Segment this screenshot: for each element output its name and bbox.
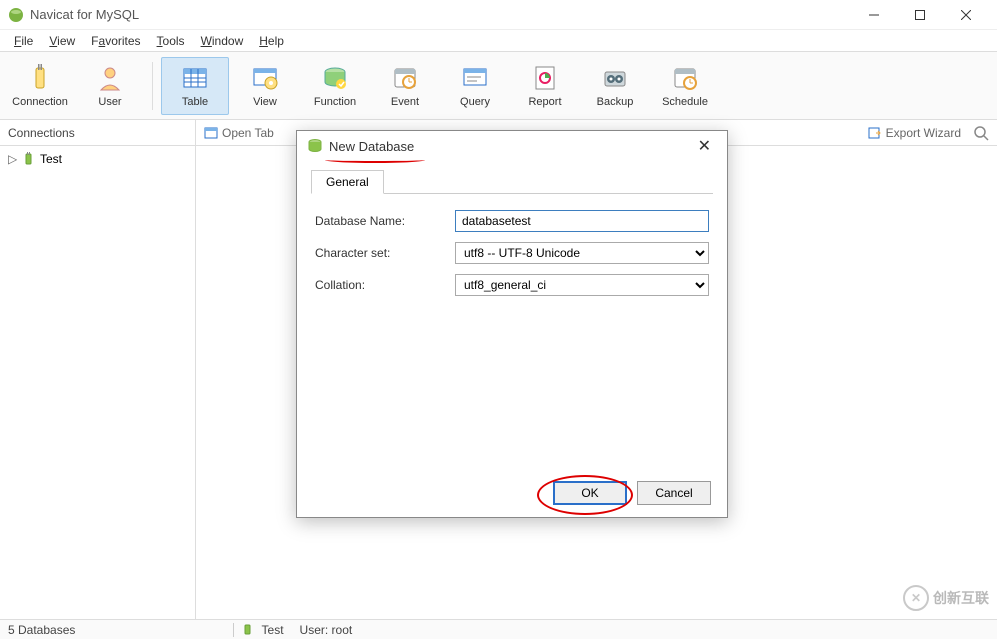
app-title: Navicat for MySQL bbox=[30, 7, 139, 22]
toolbar-event-label: Event bbox=[391, 96, 419, 108]
toolbar-connection-label: Connection bbox=[12, 96, 68, 108]
tree-expand-icon[interactable]: ▷ bbox=[8, 152, 18, 166]
search-icon[interactable] bbox=[973, 125, 989, 141]
menu-file[interactable]: File bbox=[6, 32, 41, 50]
user-icon bbox=[96, 64, 124, 92]
watermark-icon: ✕ bbox=[903, 585, 929, 611]
toolbar-query[interactable]: Query bbox=[441, 57, 509, 115]
table-small-icon bbox=[204, 126, 218, 140]
table-icon bbox=[181, 64, 209, 92]
toolbar-table-label: Table bbox=[182, 96, 208, 108]
open-tab-label: Open Tab bbox=[222, 126, 274, 140]
event-icon bbox=[391, 64, 419, 92]
toolbar-event[interactable]: Event bbox=[371, 57, 439, 115]
toolbar-report-label: Report bbox=[528, 96, 561, 108]
toolbar-schedule[interactable]: Schedule bbox=[651, 57, 719, 115]
window-minimize-button[interactable] bbox=[851, 0, 897, 30]
dialog-title: New Database bbox=[329, 139, 414, 154]
export-wizard-button[interactable]: Export Wizard bbox=[868, 126, 961, 140]
toolbar-user[interactable]: User bbox=[76, 57, 144, 115]
tree-item-label: Test bbox=[40, 152, 62, 166]
label-database-name: Database Name: bbox=[315, 214, 455, 228]
connection-icon bbox=[26, 64, 54, 92]
function-icon bbox=[321, 64, 349, 92]
annotation-underline bbox=[325, 157, 425, 163]
toolbar-backup-label: Backup bbox=[597, 96, 634, 108]
status-connection: Test bbox=[234, 623, 291, 637]
toolbar-report[interactable]: Report bbox=[511, 57, 579, 115]
connection-plug-icon bbox=[242, 624, 254, 636]
toolbar-function-label: Function bbox=[314, 96, 356, 108]
open-tab-button[interactable]: Open Tab bbox=[204, 126, 274, 140]
dialog-close-button[interactable]: ✕ bbox=[692, 136, 717, 156]
ok-button[interactable]: OK bbox=[553, 481, 627, 505]
menubar: File View Favorites Tools Window Help bbox=[0, 30, 997, 52]
toolbar-backup[interactable]: Backup bbox=[581, 57, 649, 115]
connections-header: Connections bbox=[0, 120, 196, 145]
toolbar-query-label: Query bbox=[460, 96, 490, 108]
app-icon bbox=[8, 7, 24, 23]
window-close-button[interactable] bbox=[943, 0, 989, 30]
dialog-form: Database Name: Character set: utf8 -- UT… bbox=[297, 194, 727, 322]
select-character-set[interactable]: utf8 -- UTF-8 Unicode bbox=[455, 242, 709, 264]
menu-tools[interactable]: Tools bbox=[149, 32, 193, 50]
toolbar-table[interactable]: Table bbox=[161, 57, 229, 115]
toolbar-separator bbox=[152, 62, 153, 110]
titlebar: Navicat for MySQL bbox=[0, 0, 997, 30]
menu-favorites[interactable]: Favorites bbox=[83, 32, 148, 50]
toolbar-user-label: User bbox=[98, 96, 121, 108]
toolbar-function[interactable]: Function bbox=[301, 57, 369, 115]
statusbar: 5 Databases Test User: root bbox=[0, 619, 997, 639]
query-icon bbox=[461, 64, 489, 92]
input-database-name[interactable] bbox=[455, 210, 709, 232]
toolbar: Connection User Table View Function Even… bbox=[0, 52, 997, 120]
cancel-button[interactable]: Cancel bbox=[637, 481, 711, 505]
select-collation[interactable]: utf8_general_ci bbox=[455, 274, 709, 296]
tab-general[interactable]: General bbox=[311, 170, 384, 194]
view-icon bbox=[251, 64, 279, 92]
window-maximize-button[interactable] bbox=[897, 0, 943, 30]
connection-plug-icon bbox=[22, 152, 36, 166]
new-database-dialog: New Database ✕ General Database Name: Ch… bbox=[296, 130, 728, 518]
toolbar-view[interactable]: View bbox=[231, 57, 299, 115]
connections-sidebar: ▷ Test bbox=[0, 146, 196, 619]
toolbar-view-label: View bbox=[253, 96, 277, 108]
label-collation: Collation: bbox=[315, 278, 455, 292]
toolbar-connection[interactable]: Connection bbox=[6, 57, 74, 115]
menu-window[interactable]: Window bbox=[193, 32, 252, 50]
menu-help[interactable]: Help bbox=[251, 32, 292, 50]
tree-item-test[interactable]: ▷ Test bbox=[4, 150, 191, 168]
status-user: User: root bbox=[292, 623, 361, 637]
database-icon bbox=[307, 138, 323, 154]
toolbar-schedule-label: Schedule bbox=[662, 96, 708, 108]
export-wizard-label: Export Wizard bbox=[886, 126, 961, 140]
menu-view[interactable]: View bbox=[41, 32, 83, 50]
export-icon bbox=[868, 126, 882, 140]
schedule-icon bbox=[671, 64, 699, 92]
report-icon bbox=[531, 64, 559, 92]
backup-icon bbox=[601, 64, 629, 92]
dialog-tabs: General bbox=[311, 169, 713, 194]
watermark: ✕ 创新互联 bbox=[903, 585, 989, 611]
label-character-set: Character set: bbox=[315, 246, 455, 260]
watermark-text: 创新互联 bbox=[933, 588, 989, 608]
status-db-count: 5 Databases bbox=[0, 623, 83, 637]
